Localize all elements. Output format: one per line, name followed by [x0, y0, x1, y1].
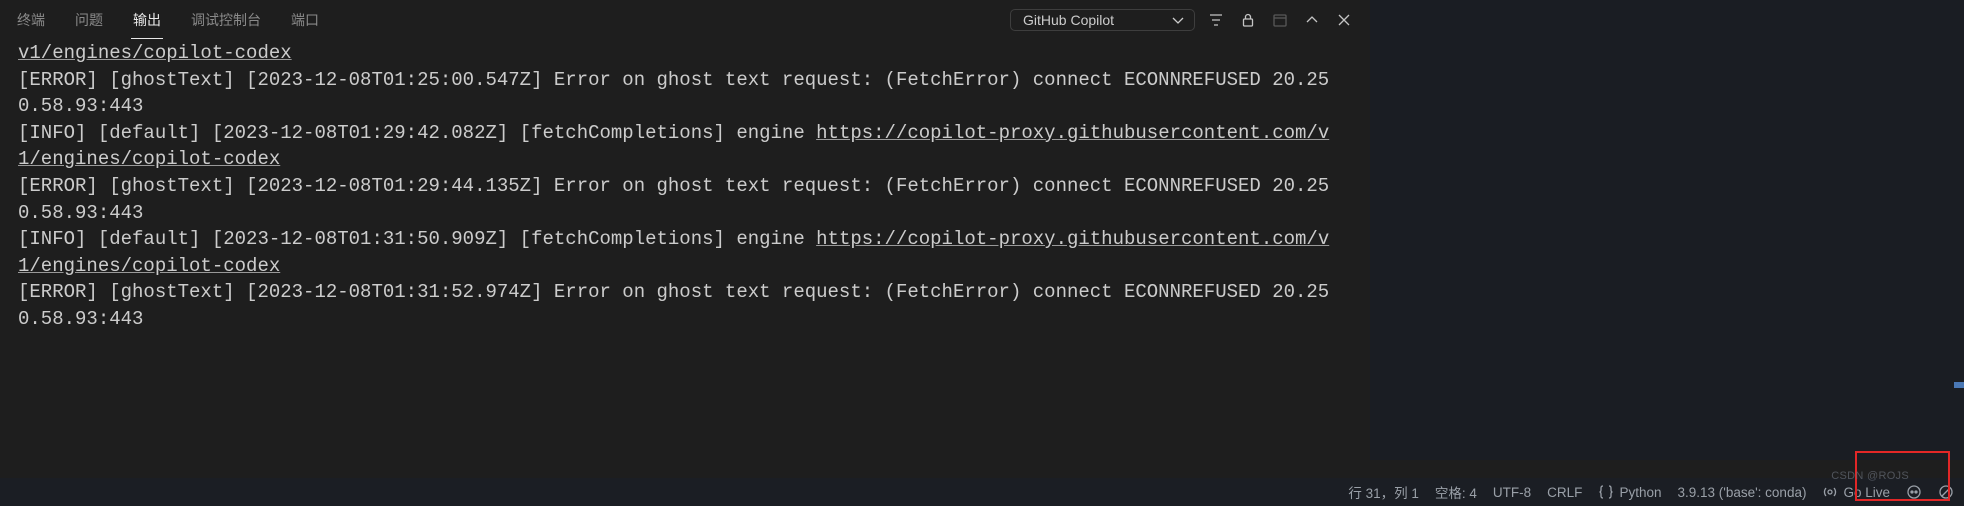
clear-output-icon[interactable]	[1269, 9, 1291, 31]
status-interpreter[interactable]: 3.9.13 ('base': conda)	[1677, 485, 1806, 500]
cancel-circle-icon	[1938, 484, 1954, 500]
copilot-icon	[1906, 484, 1922, 500]
close-icon[interactable]	[1333, 9, 1355, 31]
lock-icon[interactable]	[1237, 9, 1259, 31]
chevron-up-icon[interactable]	[1301, 9, 1323, 31]
filter-icon[interactable]	[1205, 9, 1227, 31]
tab-problems[interactable]: 问题	[73, 2, 105, 38]
output-content[interactable]: v1/engines/copilot-codex [ERROR] [ghostT…	[0, 40, 1370, 460]
output-channel-select[interactable]: GitHub Copilot	[1010, 9, 1195, 31]
status-encoding[interactable]: UTF-8	[1493, 485, 1531, 500]
output-toolbar: GitHub Copilot	[1010, 0, 1355, 40]
status-indent[interactable]: 空格: 4	[1435, 482, 1477, 502]
status-eol[interactable]: CRLF	[1547, 485, 1582, 500]
tab-debug-console[interactable]: 调试控制台	[189, 2, 263, 38]
bottom-panel: 终端 问题 输出 调试控制台 端口 GitHub Copilot	[0, 0, 1370, 460]
status-no-problems[interactable]	[1938, 484, 1954, 500]
broadcast-icon	[1822, 484, 1838, 500]
panel-tab-bar: 终端 问题 输出 调试控制台 端口 GitHub Copilot	[0, 0, 1370, 40]
status-golive-label: Go Live	[1843, 485, 1890, 500]
tab-output[interactable]: 输出	[131, 2, 163, 39]
status-go-live[interactable]: Go Live	[1822, 484, 1890, 500]
status-copilot[interactable]	[1906, 484, 1922, 500]
chevron-down-icon	[1170, 12, 1186, 28]
watermark-text: CSDN @ROJS	[1831, 470, 1909, 482]
status-language[interactable]: Python	[1598, 484, 1661, 500]
editor-empty-area	[1370, 0, 1964, 460]
tab-ports[interactable]: 端口	[289, 2, 321, 38]
braces-icon	[1598, 484, 1614, 500]
output-channel-label: GitHub Copilot	[1023, 12, 1114, 28]
scrollbar-thumb[interactable]	[1954, 382, 1964, 388]
tab-terminal[interactable]: 终端	[15, 2, 47, 38]
status-language-label: Python	[1619, 485, 1661, 500]
status-cursor-position[interactable]: 行 31，列 1	[1348, 482, 1419, 502]
status-bar: 行 31，列 1 空格: 4 UTF-8 CRLF Python 3.9.13 …	[0, 478, 1964, 506]
